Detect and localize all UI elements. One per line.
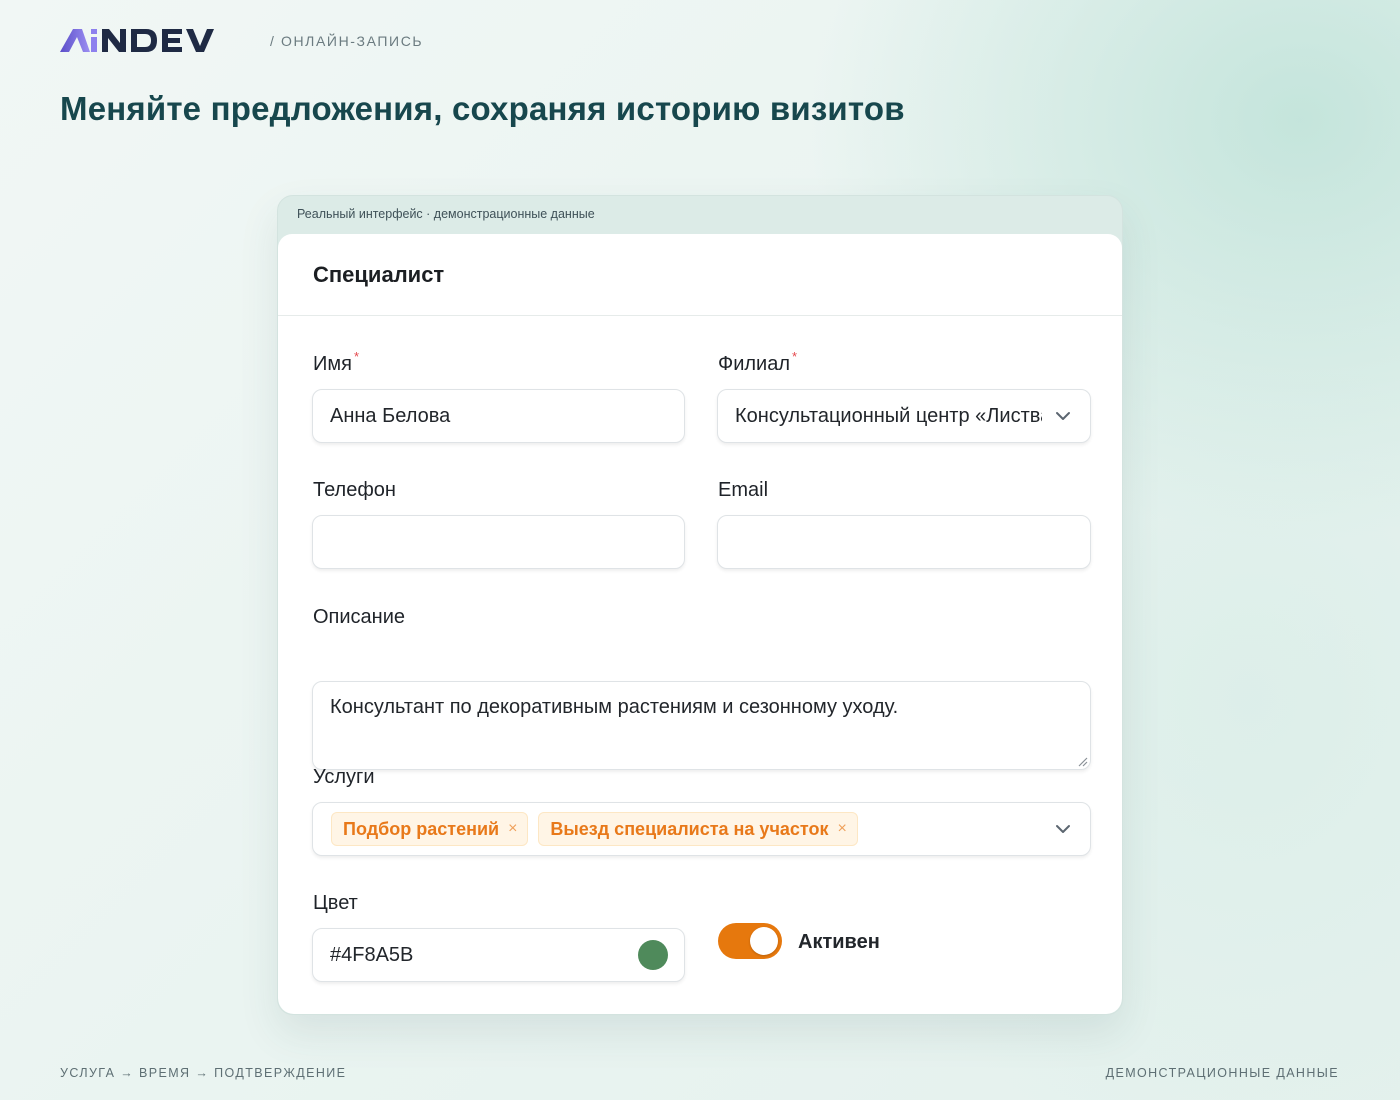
specialist-form-card: Специалист Имя * Анна Белова Филиал * Конс… [278, 234, 1122, 1014]
logo-wordmark [60, 29, 214, 52]
description-textarea[interactable]: Консультант по декоративным растениям и … [312, 681, 1091, 770]
service-tag-label: Подбор растений [343, 818, 500, 839]
active-toggle[interactable] [718, 923, 782, 959]
form-title: Специалист [313, 262, 445, 287]
required-mark: * [353, 349, 360, 364]
color-swatch[interactable] [638, 940, 668, 970]
breadcrumb[interactable]: / ОНЛАЙН-ЗАПИСЬ [270, 33, 423, 49]
phone-label: Телефон [313, 479, 396, 501]
required-mark: * [792, 349, 798, 364]
service-tags: Подбор растений × Выезд специалиста на у… [331, 812, 858, 846]
active-toggle-label: Активен [798, 931, 880, 953]
email-input[interactable] [717, 515, 1091, 569]
color-label: Цвет [313, 892, 358, 914]
service-tag-label: Выезд специалиста на участок [550, 818, 829, 839]
frame-note: Реальный интерфейс · демонстрационные да… [297, 207, 595, 221]
remove-tag-icon[interactable]: × [508, 820, 517, 838]
email-label: Email [718, 479, 769, 501]
color-input-value: #4F8A5B [330, 943, 414, 966]
name-label-text: Имя [313, 353, 352, 375]
color-input[interactable]: #4F8A5B [312, 928, 685, 982]
remove-tag-icon[interactable]: × [838, 820, 847, 838]
chevron-down-icon[interactable] [1054, 820, 1072, 838]
service-tag: Подбор растений × [331, 812, 529, 846]
services-multiselect[interactable]: Подбор растений × Выезд специалиста на у… [312, 802, 1091, 856]
branch-select[interactable]: Консультационный центр «Листва» [717, 389, 1091, 443]
footer-steps: УСЛУГА → ВРЕМЯ → ПОДТВЕРЖДЕНИЕ [60, 1066, 347, 1080]
description-label: Описание [313, 606, 406, 628]
toggle-knob [750, 927, 778, 955]
resize-handle-icon[interactable] [1076, 755, 1088, 767]
title-divider [278, 315, 1122, 316]
name-input-value: Анна Белова [330, 404, 451, 427]
footer-demo-note: ДЕМОНСТРАЦИОННЫЕ ДАННЫЕ [1105, 1066, 1339, 1080]
branch-label-text: Филиал [718, 353, 791, 375]
chevron-down-icon [1056, 412, 1070, 420]
phone-input[interactable] [312, 515, 685, 569]
name-input[interactable]: Анна Белова [312, 389, 685, 443]
branch-label: Филиал * [718, 349, 797, 376]
service-tag: Выезд специалиста на участок × [538, 812, 858, 846]
services-label: Услуги [313, 766, 375, 788]
description-value: Консультант по декоративным растениям и … [330, 696, 899, 718]
branch-select-value: Консультационный центр «Листва» [735, 404, 1042, 427]
top-header: / ОНЛАЙН-ЗАПИСЬ [60, 28, 423, 54]
aindev-logo[interactable] [60, 28, 242, 54]
demo-frame: Реальный интерфейс · демонстрационные да… [277, 195, 1123, 1015]
name-label: Имя * [313, 349, 359, 376]
page-headline: Меняйте предложения, сохраняя историю ви… [60, 90, 905, 127]
